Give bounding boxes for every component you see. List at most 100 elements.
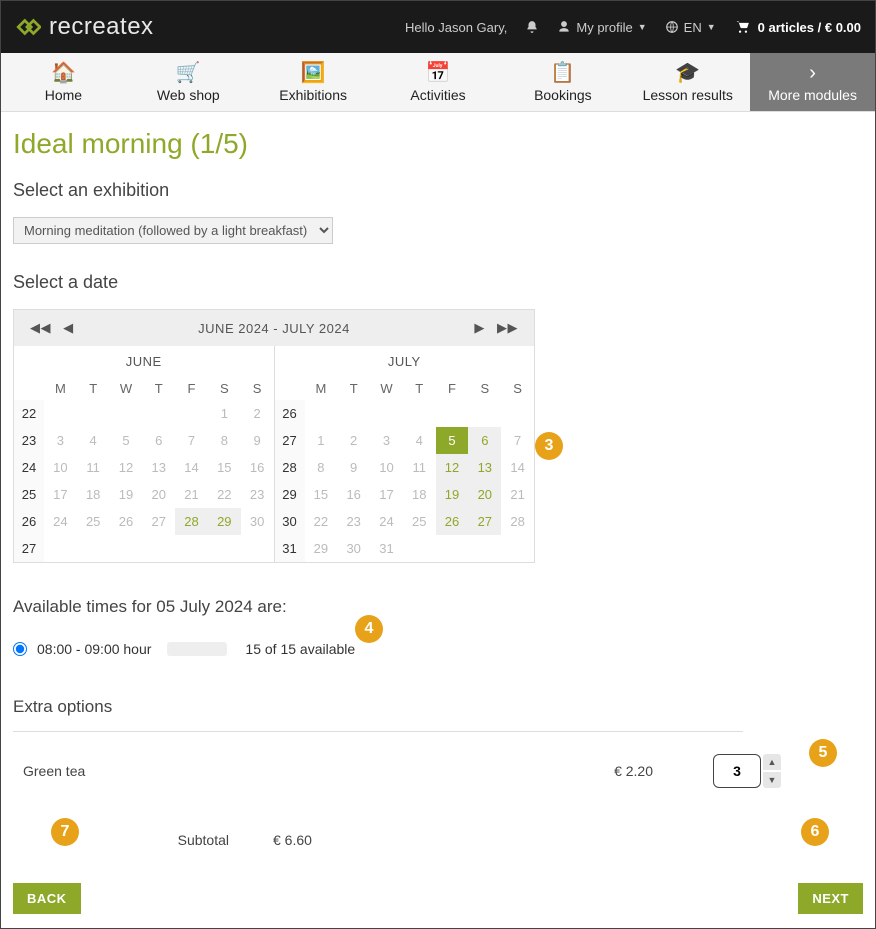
select-exhibition-heading: Select an exhibition [13, 180, 863, 201]
calendar-day [77, 535, 110, 562]
chevron-right-icon: › [756, 63, 869, 83]
calendar-day: 28 [501, 508, 534, 535]
calendar-weekday: S [241, 377, 274, 400]
logo-icon [15, 14, 41, 40]
quantity-up-button[interactable]: ▲ [763, 754, 781, 770]
back-button[interactable]: BACK [13, 883, 81, 914]
week-number: 23 [14, 427, 44, 454]
timeslot-radio[interactable] [13, 642, 27, 656]
calendar-weekday: F [436, 377, 469, 400]
calendar-day: 13 [142, 454, 175, 481]
week-number: 30 [275, 508, 305, 535]
calendar-day[interactable]: 13 [468, 454, 501, 481]
calendar-day: 14 [175, 454, 208, 481]
quantity-down-button[interactable]: ▼ [763, 772, 781, 788]
main-nav: 🏠Home 🛒Web shop 🖼️Exhibitions 📅Activitie… [1, 53, 875, 112]
cal-next[interactable]: ▶ [470, 320, 489, 335]
calendar-day: 18 [403, 481, 436, 508]
calendar-day[interactable]: 28 [175, 508, 208, 535]
calendar-day[interactable]: 5 [436, 427, 469, 454]
calendar-weekday: T [142, 377, 175, 400]
calendar-day: 23 [241, 481, 274, 508]
cal-prev[interactable]: ◀ [59, 320, 78, 335]
cart-text: 0 articles / € 0.00 [758, 20, 861, 35]
calendar-range-label: JUNE 2024 - JULY 2024 [198, 321, 350, 336]
image-icon: 🖼️ [257, 63, 370, 83]
calendar: ◀◀ ◀ JUNE 2024 - JULY 2024 ▶ ▶▶ JUNE MTW… [13, 309, 535, 563]
greeting: Hello Jason Gary, [405, 20, 507, 35]
month-label: JULY [275, 346, 535, 377]
calendar-day [370, 400, 403, 427]
nav-webshop[interactable]: 🛒Web shop [126, 53, 251, 111]
subtotal-value: € 6.60 [273, 832, 312, 848]
calendar-day: 10 [44, 454, 77, 481]
calendar-day: 6 [142, 427, 175, 454]
calendar-day: 8 [208, 427, 241, 454]
nav-bookings[interactable]: 📋Bookings [500, 53, 625, 111]
nav-exhibitions[interactable]: 🖼️Exhibitions [251, 53, 376, 111]
cart-button[interactable]: 0 articles / € 0.00 [734, 20, 861, 35]
calendar-day [403, 400, 436, 427]
calendar-day [142, 400, 175, 427]
calendar-day: 23 [337, 508, 370, 535]
calendar-day [501, 535, 534, 562]
language-menu[interactable]: EN ▼ [665, 20, 716, 35]
calendar-day: 3 [44, 427, 77, 454]
calendar-day[interactable]: 26 [436, 508, 469, 535]
calendar-day [110, 400, 143, 427]
extra-row: Green tea € 2.20 ▲ ▼ [13, 754, 793, 788]
calendar-day: 15 [208, 454, 241, 481]
profile-menu[interactable]: My profile ▼ [557, 20, 646, 35]
cal-next-fast[interactable]: ▶▶ [493, 320, 522, 335]
calendar-day [501, 400, 534, 427]
calendar-day [44, 400, 77, 427]
calendar-day: 11 [77, 454, 110, 481]
nav-more-modules[interactable]: ›More modules [750, 53, 875, 111]
extra-name: Green tea [13, 763, 353, 779]
calendar-day[interactable]: 29 [208, 508, 241, 535]
nav-home[interactable]: 🏠Home [1, 53, 126, 111]
calendar-day[interactable]: 19 [436, 481, 469, 508]
exhibition-select[interactable]: Morning meditation (followed by a light … [13, 217, 333, 244]
calendar-day: 27 [142, 508, 175, 535]
notifications-icon[interactable] [525, 20, 539, 34]
calendar-day: 5 [110, 427, 143, 454]
calendar-day[interactable]: 6 [468, 427, 501, 454]
calendar-day: 4 [403, 427, 436, 454]
week-number: 28 [275, 454, 305, 481]
week-number: 24 [14, 454, 44, 481]
week-number: 22 [14, 400, 44, 427]
calendar-weekday: T [77, 377, 110, 400]
calendar-day: 24 [370, 508, 403, 535]
cal-prev-fast[interactable]: ◀◀ [26, 320, 55, 335]
calendar-day [436, 400, 469, 427]
calendar-month-june: JUNE MTWTFSS2212233456789241011121314151… [14, 346, 275, 562]
calendar-day[interactable]: 20 [468, 481, 501, 508]
week-number: 29 [275, 481, 305, 508]
calendar-day [175, 400, 208, 427]
calendar-day: 31 [370, 535, 403, 562]
logo[interactable]: recreatex [15, 13, 154, 41]
quantity-input[interactable] [713, 754, 761, 788]
calendar-day: 22 [208, 481, 241, 508]
calendar-day: 24 [44, 508, 77, 535]
timeslot-label: 08:00 - 09:00 hour [37, 641, 151, 657]
calendar-day: 22 [305, 508, 338, 535]
calendar-day: 3 [370, 427, 403, 454]
calendar-day[interactable]: 27 [468, 508, 501, 535]
user-icon [557, 20, 571, 34]
next-button[interactable]: NEXT [798, 883, 863, 914]
globe-icon [665, 20, 679, 34]
calendar-day: 9 [241, 427, 274, 454]
calendar-day: 18 [77, 481, 110, 508]
select-date-heading: Select a date [13, 272, 863, 293]
calendar-day[interactable]: 12 [436, 454, 469, 481]
nav-activities[interactable]: 📅Activities [376, 53, 501, 111]
page-title: Ideal morning (1/5) [13, 128, 863, 160]
calendar-day: 4 [77, 427, 110, 454]
calendar-day: 25 [403, 508, 436, 535]
cart-icon [734, 20, 752, 34]
caret-down-icon: ▼ [638, 22, 647, 32]
month-label: JUNE [14, 346, 274, 377]
nav-lesson-results[interactable]: 🎓Lesson results [625, 53, 750, 111]
